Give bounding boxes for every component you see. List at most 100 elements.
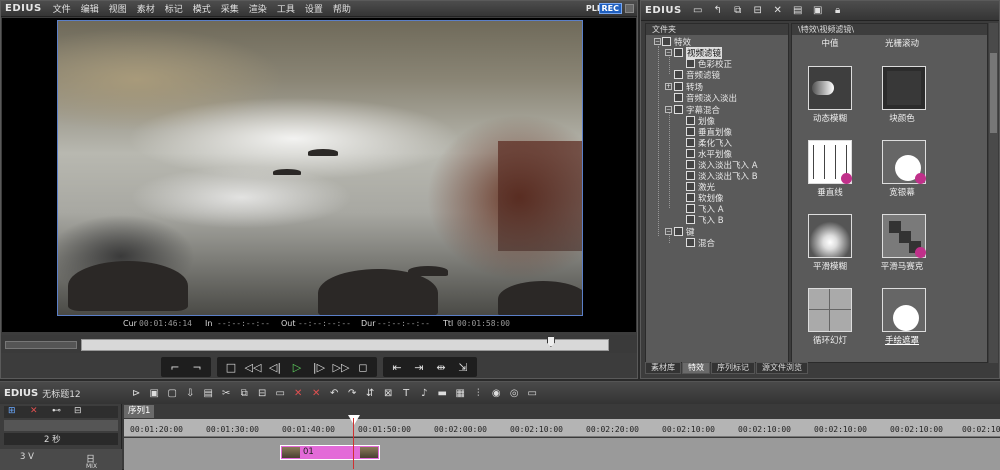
tile-motion-blur[interactable]	[808, 66, 852, 110]
tab-bin[interactable]: 素材库	[645, 362, 681, 374]
tile-label-raster-scroll[interactable]: 光栅滚动	[864, 37, 940, 49]
title-icon[interactable]: T	[397, 386, 415, 400]
tile-block-color[interactable]	[882, 66, 926, 110]
zoom-slider[interactable]	[4, 420, 118, 431]
tree-item-soft-wipe[interactable]: 软划像	[686, 192, 724, 204]
position-slider[interactable]	[81, 339, 609, 351]
tree-item-audio-filters[interactable]: 音频滤镜	[674, 69, 720, 81]
collapse-toggle[interactable]: −	[665, 228, 672, 235]
menu-tools[interactable]: 工具	[272, 2, 300, 15]
copy-icon[interactable]: ⧉	[730, 4, 746, 18]
tree-item-fade-fly-in-a[interactable]: 淡入淡出飞入 A	[686, 159, 758, 171]
tile-widescreen[interactable]	[882, 140, 926, 184]
menu-clip[interactable]: 素材	[132, 2, 160, 15]
tree-item-blend[interactable]: 混合	[686, 237, 715, 249]
menu-edit[interactable]: 编辑	[76, 2, 104, 15]
insert-icon[interactable]: ⇤	[388, 358, 406, 376]
menu-view[interactable]: 视图	[104, 2, 132, 15]
playhead-line[interactable]	[353, 418, 354, 469]
step-back-icon[interactable]: ◁|	[266, 358, 284, 376]
set-out-icon[interactable]: ¬	[188, 358, 206, 376]
delete-icon[interactable]: ✕	[770, 4, 786, 18]
delete-icon[interactable]: ✕	[289, 386, 307, 400]
step-forward-icon[interactable]: |▷	[310, 358, 328, 376]
menu-help[interactable]: 帮助	[328, 2, 356, 15]
tree-item-video-filters[interactable]: 视频滤镜	[674, 46, 723, 59]
zoom-select[interactable]: 2 秒	[4, 433, 118, 445]
new-sequence-icon[interactable]: ▣	[145, 386, 163, 400]
shuttle-slider[interactable]	[5, 341, 77, 349]
open-icon[interactable]: ▢	[163, 386, 181, 400]
transition-icon[interactable]: ⊠	[379, 386, 397, 400]
paste-icon[interactable]: ⊟	[253, 386, 271, 400]
tile-smooth-mosaic[interactable]	[882, 214, 926, 258]
tree-item-fade-fly-in-b[interactable]: 淡入淡出飞入 B	[686, 170, 758, 182]
output-icon[interactable]: ⇲	[454, 358, 472, 376]
menu-capture[interactable]: 采集	[216, 2, 244, 15]
ripple-delete-icon[interactable]: ✕	[307, 386, 325, 400]
mixer-icon[interactable]: ⫶	[469, 386, 487, 400]
tree-item-fly-in-b[interactable]: 飞入 B	[686, 214, 724, 226]
tile-smooth-blur[interactable]	[808, 214, 852, 258]
track-3v[interactable]	[124, 438, 1000, 470]
timeline-clip[interactable]: 01	[280, 445, 380, 460]
folder-icon[interactable]: ▭	[690, 4, 706, 18]
mode-icon[interactable]: ⊳	[127, 386, 145, 400]
track-header-3v[interactable]: 3 V 日 MIX	[0, 449, 122, 470]
cut-icon[interactable]: ✂	[217, 386, 235, 400]
tree-item-wipe[interactable]: 划像	[686, 115, 715, 127]
replace-icon[interactable]: ▭	[271, 386, 289, 400]
menu-mode[interactable]: 模式	[188, 2, 216, 15]
tree-item-transitions[interactable]: 转场	[674, 81, 703, 93]
undo-icon[interactable]: ↶	[325, 386, 343, 400]
tree-item-fly-in-a[interactable]: 飞入 A	[686, 203, 724, 215]
replace-icon[interactable]: ⇹	[432, 358, 450, 376]
grid-icon[interactable]: ▦	[451, 386, 469, 400]
menu-file[interactable]: 文件	[48, 2, 76, 15]
tree-item-title-mixers[interactable]: 字幕混合	[674, 104, 720, 116]
loop-icon[interactable]: ◻	[354, 358, 372, 376]
sequence-tab[interactable]: 序列1	[124, 405, 155, 418]
add-cut-icon[interactable]: ⇵	[361, 386, 379, 400]
stop-icon[interactable]: □	[222, 358, 240, 376]
tab-source-browser[interactable]: 源文件浏览	[756, 362, 808, 374]
view-icon[interactable]: ▤	[790, 4, 806, 18]
tile-label-median[interactable]: 中值	[792, 37, 868, 49]
window-minimize-icon[interactable]	[625, 4, 634, 13]
export-icon[interactable]: ▭	[523, 386, 541, 400]
rewind-icon[interactable]: ◁◁	[244, 358, 262, 376]
fast-forward-icon[interactable]: ▷▷	[332, 358, 350, 376]
up-icon[interactable]: ↰	[710, 4, 726, 18]
render-icon[interactable]: ▬	[433, 386, 451, 400]
copy-icon[interactable]: ⧉	[235, 386, 253, 400]
rec-mode-button[interactable]: REC	[598, 3, 622, 14]
collapse-toggle[interactable]: −	[654, 38, 661, 45]
tab-sequence-markers[interactable]: 序列标记	[711, 362, 755, 374]
tree-item-soft-fly-in[interactable]: 柔化飞入	[686, 137, 732, 149]
zoom-icon[interactable]: ⊞	[8, 406, 16, 416]
expand-toggle[interactable]: +	[665, 83, 672, 90]
tile-vertical-lines[interactable]	[808, 140, 852, 184]
effects-scrollbar[interactable]	[989, 23, 998, 363]
set-in-icon[interactable]: ⌐	[166, 358, 184, 376]
time-ruler[interactable]: 00:01:20:00 00:01:30:00 00:01:40:00 00:0…	[124, 415, 1000, 437]
properties-icon[interactable]: ▣	[810, 4, 826, 18]
menu-marker[interactable]: 标记	[160, 2, 188, 15]
tab-effects[interactable]: 特效	[682, 362, 710, 374]
redo-icon[interactable]: ↷	[343, 386, 361, 400]
import-icon[interactable]: ⇩	[181, 386, 199, 400]
paste-icon[interactable]: ⊟	[750, 4, 766, 18]
collapse-toggle[interactable]: −	[665, 49, 672, 56]
link-icon[interactable]: ⊷	[52, 406, 61, 416]
marker-icon[interactable]: ◉	[487, 386, 505, 400]
play-icon[interactable]: ▷	[288, 358, 306, 376]
tree-item-laser[interactable]: 激光	[686, 181, 715, 193]
tree-item-horizontal-wipe[interactable]: 水平划像	[686, 148, 732, 160]
tree-item-color-correction[interactable]: 色彩校正	[686, 58, 732, 70]
playhead-marker-icon[interactable]	[348, 415, 360, 425]
menu-render[interactable]: 渲染	[244, 2, 272, 15]
tree-item-audio-fades[interactable]: 音频淡入淡出	[674, 92, 737, 104]
tree-item-effects[interactable]: 特效	[662, 36, 691, 48]
sync-icon[interactable]: ⊟	[74, 406, 82, 416]
snap-icon[interactable]: ✕	[30, 406, 38, 416]
